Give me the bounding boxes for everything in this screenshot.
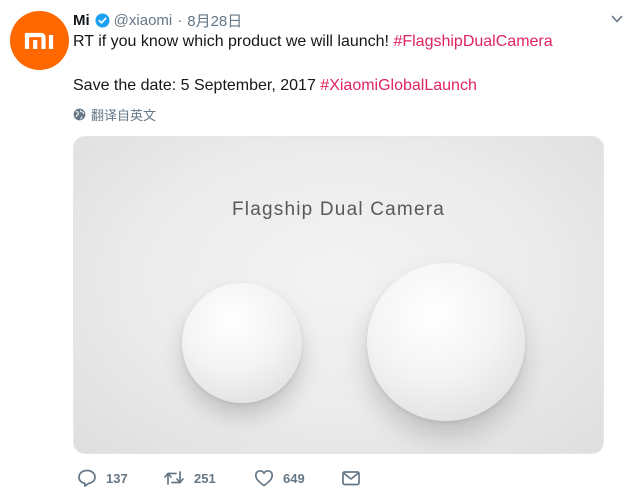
tweet-text: RT if you know which product we will lau… (73, 33, 394, 50)
heart-icon (254, 469, 274, 487)
retweet-button[interactable]: 251 (163, 466, 216, 490)
hashtag-link[interactable]: #XiaomiGlobalLaunch (320, 77, 477, 94)
reply-count: 137 (106, 470, 128, 486)
header-separator: · (177, 11, 183, 29)
tweet-media-image[interactable]: Flagship Dual Camera (73, 136, 604, 454)
globe-icon (73, 108, 86, 120)
avatar[interactable] (10, 11, 69, 70)
translate-label: 翻译自英文 (91, 107, 157, 123)
chevron-down-icon[interactable] (610, 12, 624, 26)
tweet-date[interactable]: 8月28日 (187, 10, 242, 31)
author-name[interactable]: Mi (73, 12, 90, 29)
reply-button[interactable]: 137 (77, 466, 128, 490)
direct-message-button[interactable] (341, 466, 370, 490)
like-count: 649 (283, 470, 305, 486)
retweet-count: 251 (194, 470, 216, 486)
author-handle[interactable]: @xiaomi (114, 12, 173, 29)
tweet-header: Mi @xiaomi · 8月28日 (73, 10, 242, 30)
tweet-text-line-1: RT if you know which product we will lau… (73, 31, 553, 53)
small-camera-lens (182, 283, 302, 403)
tweet-text: Save the date: 5 September, 2017 (73, 77, 321, 94)
reply-icon (78, 469, 96, 487)
tweet-text-line-2: Save the date: 5 September, 2017 #Xiaomi… (73, 75, 477, 97)
large-camera-lens (367, 263, 525, 421)
verified-badge-icon (95, 12, 110, 28)
like-button[interactable]: 649 (254, 466, 305, 490)
tweet-actions: 137 251 649 (73, 466, 373, 490)
translate-link[interactable]: 翻译自英文 (73, 105, 156, 123)
envelope-icon (342, 471, 360, 486)
retweet-icon (164, 471, 184, 485)
mi-logo-icon (24, 32, 54, 49)
hashtag-link[interactable]: #FlagshipDualCamera (393, 33, 552, 50)
media-title: Flagship Dual Camera (231, 199, 446, 220)
